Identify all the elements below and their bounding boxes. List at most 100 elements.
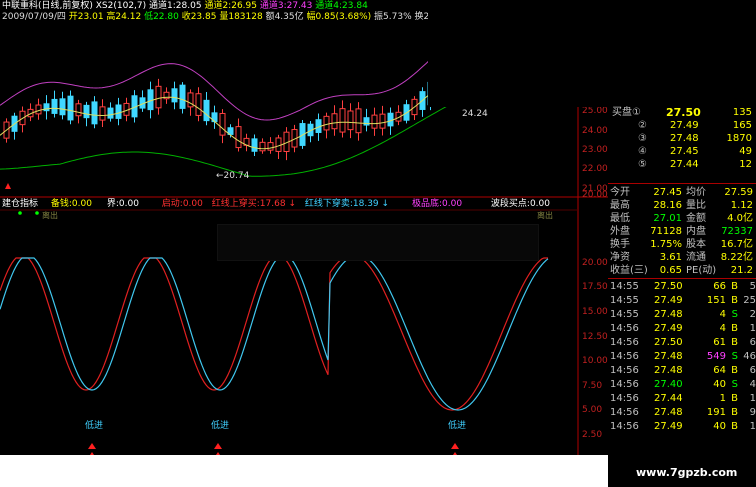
indicator-name[interactable]: 建仓指标 [2,199,38,209]
tick-time: 14:56 [610,421,639,432]
tick-row[interactable]: 14:56 27.50 61 B 6 [608,337,756,349]
tick-volume: 1 [719,393,726,404]
start-marker-icon [5,183,11,189]
candle-body [67,95,74,121]
buy-label: ④ [638,146,647,157]
tick-side: B [731,295,738,306]
top-right-blank [428,0,608,107]
tick-row[interactable]: 14:56 27.44 1 B 1 [608,393,756,405]
tick-row[interactable]: 14:55 27.48 4 S 2 [608,309,756,321]
tick-price: 27.40 [654,379,683,390]
tick-count: 46 [743,351,756,362]
stat-row: 净资 3.61 流通 8.22亿 [608,252,756,264]
tick-time: 14:56 [610,365,639,376]
site-watermark: www.7gpzb.com [636,466,738,479]
buy-price: 27.49 [670,120,699,131]
stat-value: 3.61 [659,252,682,263]
stat-value: 27.45 [653,187,682,198]
tick-price: 27.50 [654,281,683,292]
buy-row-2[interactable]: ② 27.49 165 [608,120,756,132]
tick-price: 27.48 [654,351,683,362]
open-value: 开23.01 [68,12,104,22]
indicator-line-red [0,257,548,411]
candle-body [387,112,394,127]
stat-value: 27.59 [724,187,753,198]
tick-row[interactable]: 14:56 27.49 4 B 1 [608,323,756,335]
tick-count: 5 [749,281,756,292]
stat-value: 8.22亿 [720,252,753,263]
stat-label: 股本 [686,239,706,250]
tick-volume: 4 [719,323,726,334]
tick-row[interactable]: 14:56 27.48 191 B 9 [608,407,756,419]
tick-time: 14:56 [610,379,639,390]
tick-volume: 191 [706,407,726,418]
buy-row-4[interactable]: ④ 27.45 49 [608,146,756,158]
tick-side: B [731,393,738,404]
close-value: 收23.85 [181,12,217,22]
stat-row: 今开 27.45 均价 27.59 [608,187,756,199]
indicator-line-cyan [0,257,549,411]
tick-volume: 64 [713,365,726,376]
candle-body [35,104,42,115]
tick-row[interactable]: 14:56 27.40 40 S 4 [608,379,756,391]
tick-row[interactable]: 14:56 27.48 549 S 46 [608,351,756,363]
buy-row-1[interactable]: 买盘① 27.50 135 [608,107,756,119]
quote-panel: 买盘① 27.50 135 ② 27.49 165 ③ 27.48 1870 ④… [608,107,756,460]
channel4-value: 通道4:23.84 [315,1,368,11]
tick-time: 14:56 [610,393,639,404]
stat-row: 外盘 71128 内盘 72337 [608,226,756,238]
candle-body [115,104,122,119]
tick-time: 14:56 [610,337,639,348]
tick-row[interactable]: 14:55 27.50 66 B 5 [608,281,756,293]
tick-side: S [731,379,738,390]
amplitude-value: 振5.73% [374,12,412,22]
tick-count: 9 [749,407,756,418]
indicator-axis-label: 12.50 [582,332,608,342]
arrow-down-icon: ↓ [288,199,296,209]
tick-price: 27.48 [654,407,683,418]
buy-row-5[interactable]: ⑤ 27.44 12 [608,159,756,171]
tick-row[interactable]: 14:55 27.49 151 B 25 [608,295,756,307]
tick-row[interactable]: 14:56 27.48 64 B 6 [608,365,756,377]
arrow-down-icon: ↓ [381,199,390,209]
stat-row: 换手 1.75% 股本 16.7亿 [608,239,756,251]
low-entry-label: 低进 [85,421,104,431]
amount-value: 额4.35亿 [265,12,304,22]
right-price-label: 24.24 [462,109,488,119]
stat-value: 1.75% [650,239,682,250]
stat-label: 净资 [610,252,630,263]
stat-label: 换手 [610,239,630,250]
stat-value: 27.01 [653,213,682,224]
tick-volume: 151 [706,295,726,306]
tick-count: 1 [749,421,756,432]
candle-body [51,98,58,114]
stat-label: 外盘 [610,226,630,237]
tick-count: 2 [749,309,756,320]
tick-side: B [731,281,738,292]
tick-time: 14:56 [610,323,639,334]
buy-row-3[interactable]: ③ 27.48 1870 [608,133,756,145]
signal-dot [35,211,39,215]
tick-row[interactable]: 14:56 27.49 40 B 1 [608,421,756,433]
buy-volume: 12 [739,159,752,170]
tick-time: 14:56 [610,407,639,418]
tick-side: S [731,351,738,362]
candle-body [83,104,90,119]
candle-body [331,113,338,130]
candle-body [203,99,210,122]
stat-row: 最低 27.01 金额 4.0亿 [608,213,756,225]
candle-body [275,137,282,152]
tick-side: B [731,421,738,432]
tick-side: B [731,407,738,418]
candle-body [99,106,106,121]
tick-time: 14:55 [610,309,639,320]
tick-volume: 40 [713,379,726,390]
stat-label: 收益(三) [610,265,648,276]
indicator-axis-label: 15.00 [582,307,608,317]
tick-side: B [731,337,738,348]
stat-value: 0.65 [659,265,682,276]
stat-value: 71128 [650,226,682,237]
stat-value: 4.0亿 [727,213,753,224]
low-entry-label: 低进 [448,421,467,431]
price-axis-label: 24.00 [582,126,608,136]
